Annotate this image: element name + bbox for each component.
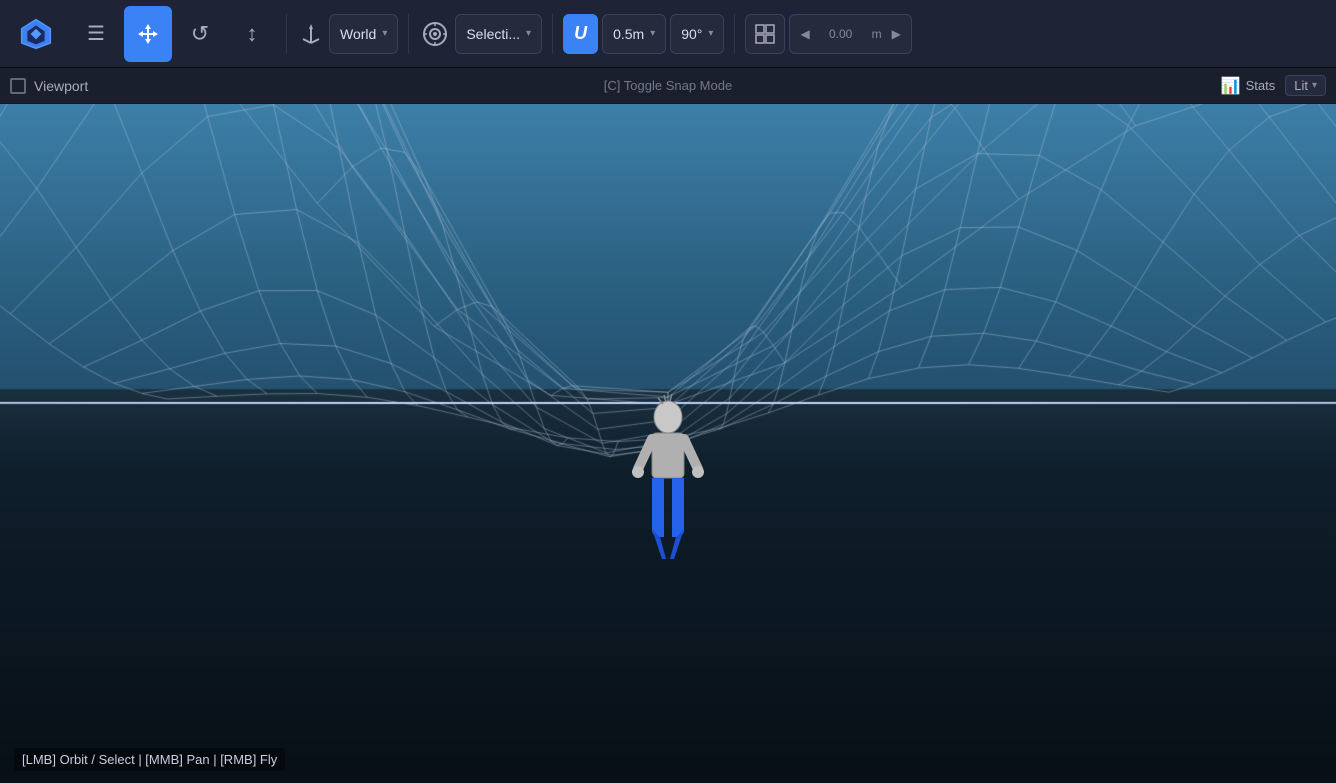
separator-1: [286, 14, 287, 54]
bottom-hint: [LMB] Orbit / Select | [MMB] Pan | [RMB]…: [14, 748, 285, 771]
separator-2: [408, 14, 409, 54]
viewport-title: Viewport: [34, 78, 88, 94]
snap-angle-caret: ▾: [708, 28, 713, 39]
grid-button[interactable]: [745, 14, 785, 54]
refresh-button[interactable]: ↺: [176, 6, 224, 62]
move-tool-button[interactable]: [124, 6, 172, 62]
selection-label: Selecti...: [466, 26, 520, 42]
character-figure: [628, 389, 708, 589]
stats-label: Stats: [1246, 78, 1276, 93]
snap-icon: U: [574, 23, 587, 44]
logo-button[interactable]: [8, 6, 64, 62]
snap-size-dropdown[interactable]: 0.5m ▾: [602, 14, 666, 54]
axis-button[interactable]: ↕: [228, 6, 276, 62]
stats-chart-icon: 📊: [1221, 76, 1241, 96]
lit-dropdown[interactable]: Lit ▾: [1285, 75, 1326, 96]
viewport-3d[interactable]: [LMB] Orbit / Select | [MMB] Pan | [RMB]…: [0, 104, 1336, 783]
refresh-icon: ↺: [191, 21, 209, 47]
move-icon: [136, 22, 160, 46]
separator-3: [552, 14, 553, 54]
target-icon: [419, 18, 451, 50]
snap-angle-label: 90°: [681, 26, 702, 42]
world-label: World: [340, 26, 376, 42]
nav-value-control: ◀ 0.00 m ▶: [789, 14, 911, 54]
lit-label: Lit: [1294, 78, 1308, 93]
selection-dropdown[interactable]: Selecti... ▾: [455, 14, 542, 54]
lit-caret: ▾: [1312, 80, 1317, 91]
world-dropdown[interactable]: World ▾: [329, 14, 398, 54]
menu-button[interactable]: ☰: [72, 6, 120, 62]
snap-angle-dropdown[interactable]: 90° ▾: [670, 14, 724, 54]
stats-button[interactable]: 📊 Stats: [1221, 76, 1276, 96]
toggle-snap-hint: [C] Toggle Snap Mode: [604, 78, 732, 93]
toolbar: ☰ ↺ ↕ World ▾: [0, 0, 1336, 68]
viewport-square-icon: [10, 78, 26, 94]
viewport-title-group: Viewport: [10, 78, 88, 94]
menu-icon: ☰: [87, 24, 105, 44]
snap-size-label: 0.5m: [613, 26, 644, 42]
grid-icon: [754, 23, 776, 45]
character-svg: [628, 389, 708, 589]
nav-position-value: 0.00: [816, 27, 866, 41]
snap-size-caret: ▾: [650, 28, 655, 39]
nav-right-arrow[interactable]: ▶: [888, 27, 905, 41]
nav-left-arrow[interactable]: ◀: [796, 14, 813, 54]
snap-toggle-button[interactable]: U: [563, 14, 598, 54]
transform-axis-group: [297, 20, 325, 48]
nav-unit-label: m: [868, 27, 886, 41]
selection-caret: ▾: [526, 28, 531, 39]
world-caret: ▾: [382, 28, 387, 39]
axis-indicator-icon: [297, 20, 325, 48]
viewport-right-controls: 📊 Stats Lit ▾: [1221, 75, 1326, 96]
viewport-header: Viewport [C] Toggle Snap Mode 📊 Stats Li…: [0, 68, 1336, 104]
axis-icon: ↕: [247, 21, 258, 47]
separator-4: [734, 14, 735, 54]
